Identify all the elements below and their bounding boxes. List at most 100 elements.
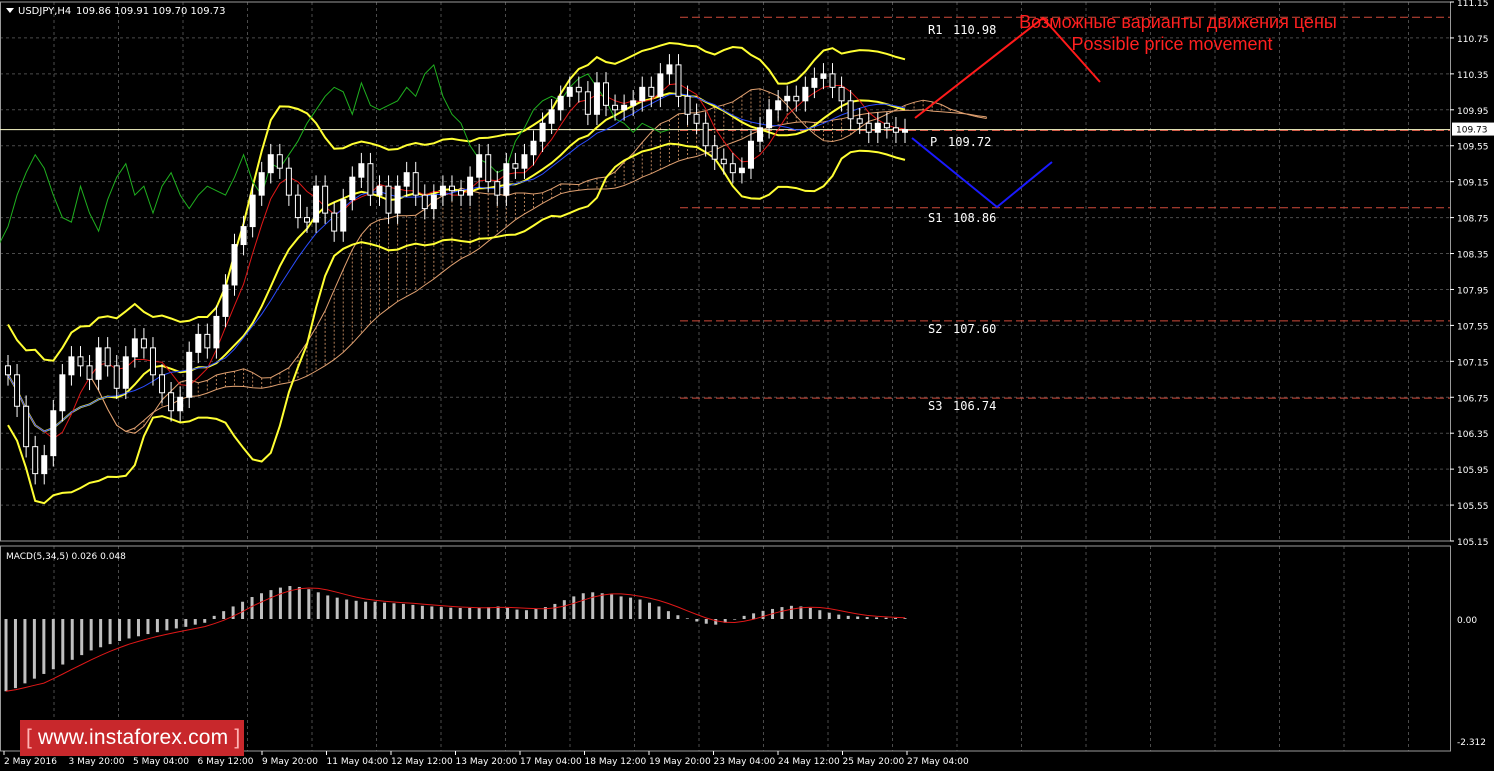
candle-body	[648, 86, 655, 97]
candle-body	[838, 86, 845, 102]
candle-body	[584, 91, 591, 115]
candle-body	[276, 154, 283, 169]
candle-body	[140, 338, 147, 349]
price-tick-label: 111.15	[1457, 0, 1489, 9]
candle-body	[702, 122, 709, 147]
price-tick-label: 107.15	[1457, 358, 1489, 368]
time-tick-label: 27 May 04:00	[907, 757, 969, 767]
candle-body	[476, 154, 483, 178]
candle-body	[222, 284, 229, 317]
candle-body	[231, 244, 238, 286]
candle-body	[720, 158, 727, 165]
price-tick-label: 110.75	[1457, 35, 1489, 45]
candle-body	[367, 163, 374, 196]
candle-body	[394, 185, 401, 214]
time-tick-label: 13 May 20:00	[456, 757, 518, 767]
price-tick-label: 105.55	[1457, 502, 1489, 512]
candle-body	[675, 64, 682, 97]
candle-body	[59, 374, 66, 412]
time-tick-label: 5 May 04:00	[133, 757, 189, 767]
level-r1-value: 110.98	[953, 23, 996, 37]
candle-body	[122, 356, 129, 389]
candle-body	[485, 154, 492, 183]
candle-body	[539, 122, 546, 142]
candle-body	[68, 356, 75, 376]
candle-body	[666, 64, 673, 75]
time-tick-label: 6 May 12:00	[198, 757, 254, 767]
watermark-left-bracket: [	[26, 726, 33, 749]
candle-body	[104, 347, 111, 367]
forecast-title-en: Possible price movement	[1071, 34, 1272, 54]
time-tick-label: 9 May 20:00	[262, 757, 318, 767]
price-tick-label: 108.35	[1457, 251, 1489, 261]
candle-body	[376, 185, 383, 196]
candle-body	[403, 172, 410, 187]
candle-body	[186, 351, 193, 398]
candle-body	[757, 127, 764, 142]
candle-body	[86, 365, 93, 380]
instaforex-watermark[interactable]: [www.instaforex.com]	[20, 720, 244, 756]
candle-body	[521, 154, 528, 169]
candle-body	[385, 185, 392, 214]
candle-body	[811, 77, 818, 88]
level-p-value: 109.72	[948, 135, 991, 149]
candle-body	[177, 396, 184, 412]
candle-body	[575, 86, 582, 93]
candle-body	[113, 365, 120, 389]
candle-body	[467, 176, 474, 196]
candle-body	[50, 410, 57, 457]
candle-body	[131, 338, 138, 358]
price-tick-label: 106.35	[1457, 430, 1489, 440]
level-s1-value: 108.86	[953, 211, 996, 225]
candle-body	[612, 104, 619, 111]
candle-body	[494, 181, 501, 196]
candle-body	[258, 172, 265, 196]
candle-body	[168, 392, 175, 412]
candle-body	[512, 163, 519, 169]
time-tick-label: 19 May 20:00	[649, 757, 711, 767]
time-tick-label: 24 May 12:00	[778, 757, 840, 767]
candle-body	[294, 194, 301, 219]
candle-body	[313, 185, 320, 223]
candle-body	[738, 167, 745, 174]
candle-body	[566, 86, 573, 97]
candle-body	[548, 109, 555, 124]
level-s3-label: S3	[928, 399, 942, 413]
price-tick-label: 110.35	[1457, 71, 1489, 81]
level-p-label: P	[930, 135, 937, 149]
candle-body	[503, 163, 510, 196]
candle-body	[883, 122, 890, 129]
macd-tick-label: -2.312	[1457, 738, 1486, 748]
candle-body	[267, 154, 274, 174]
candle-body	[802, 86, 809, 102]
candle-body	[603, 82, 609, 106]
candle-body	[149, 347, 156, 376]
price-tick-label: 109.55	[1457, 143, 1489, 153]
candle-body	[829, 73, 836, 88]
candle-body	[557, 95, 564, 111]
candle-body	[874, 122, 881, 133]
time-tick-label: 12 May 12:00	[391, 757, 453, 767]
candle-body	[95, 347, 102, 380]
current-price-label: 109.73	[1456, 126, 1488, 136]
time-tick-label: 3 May 20:00	[69, 757, 125, 767]
price-tick-label: 105.15	[1457, 538, 1489, 548]
price-tick-label: 108.75	[1457, 215, 1489, 225]
candle-body	[204, 333, 211, 349]
time-tick-label: 23 May 04:00	[714, 757, 776, 767]
candle-body	[358, 163, 365, 178]
candle-body	[847, 100, 854, 120]
candle-body	[249, 194, 256, 228]
macd-header: MACD(5,34,5) 0.026 0.048	[6, 552, 126, 562]
time-tick-label: 2 May 2016	[4, 757, 57, 767]
candle-body	[213, 315, 220, 349]
price-tick-label: 105.95	[1457, 466, 1489, 476]
candle-body	[766, 109, 773, 129]
candle-body	[349, 176, 356, 201]
candle-body	[793, 95, 800, 102]
time-tick-label: 25 May 20:00	[843, 757, 905, 767]
price-tick-label: 107.95	[1457, 286, 1489, 296]
candle-body	[448, 185, 455, 192]
candle-body	[902, 129, 908, 133]
price-tick-label: 106.75	[1457, 394, 1489, 404]
